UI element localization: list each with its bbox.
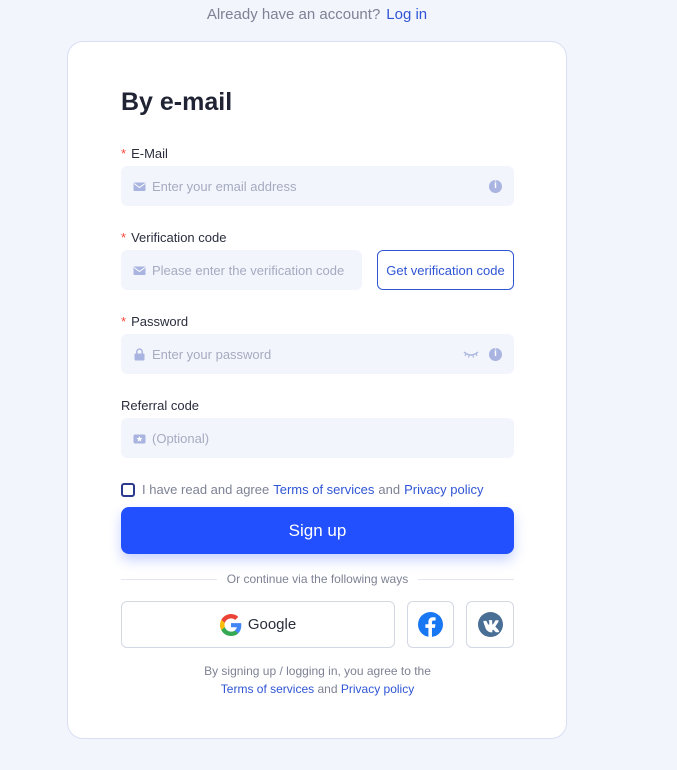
legal-privacy-link[interactable]: Privacy policy bbox=[341, 682, 414, 696]
required-mark: * bbox=[121, 314, 127, 329]
password-input[interactable]: Enter your password i bbox=[121, 334, 514, 374]
signup-card: By e-mail * E-Mail Enter your email addre… bbox=[67, 41, 567, 739]
google-button[interactable]: Google bbox=[121, 601, 395, 648]
referral-code-input[interactable]: (Optional) bbox=[121, 418, 514, 458]
referral-label: Referral code bbox=[121, 398, 200, 413]
verification-label: * Verification code bbox=[121, 230, 226, 245]
email-input[interactable]: Enter your email address i bbox=[121, 166, 514, 206]
terms-link[interactable]: Terms of services bbox=[273, 482, 374, 497]
lock-icon bbox=[134, 347, 145, 360]
agree-and: and bbox=[378, 482, 401, 497]
agree-checkbox[interactable] bbox=[121, 482, 135, 497]
verification-label-text: Verification code bbox=[131, 230, 227, 245]
legal-notice: By signing up / logging in, you agree to… bbox=[121, 662, 514, 698]
mail-icon bbox=[133, 182, 146, 191]
info-icon[interactable]: i bbox=[489, 347, 502, 361]
login-prompt-text: Already have an account? bbox=[206, 6, 381, 23]
vk-icon bbox=[477, 612, 503, 637]
divider-line bbox=[418, 578, 514, 580]
privacy-link[interactable]: Privacy policy bbox=[404, 482, 483, 497]
legal-and: and bbox=[317, 682, 338, 696]
email-label-text: E-Mail bbox=[131, 146, 168, 161]
get-verification-code-button[interactable]: Get verification code bbox=[377, 250, 514, 290]
legal-terms-link[interactable]: Terms of services bbox=[221, 682, 314, 696]
verification-code-input[interactable]: Please enter the verification code bbox=[121, 250, 362, 290]
required-mark: * bbox=[121, 146, 127, 161]
login-prompt: Already have an account? Log in bbox=[0, 6, 634, 23]
legal-text: By signing up / logging in, you agree to… bbox=[204, 664, 431, 678]
email-placeholder: Enter your email address bbox=[152, 178, 297, 194]
facebook-icon bbox=[418, 612, 443, 637]
password-label-text: Password bbox=[131, 314, 189, 329]
info-icon[interactable]: i bbox=[489, 179, 502, 193]
sign-up-button[interactable]: Sign up bbox=[121, 507, 514, 554]
gift-icon bbox=[133, 434, 146, 443]
form-title: By e-mail bbox=[121, 88, 233, 116]
facebook-button[interactable] bbox=[407, 601, 454, 648]
verification-placeholder: Please enter the verification code bbox=[152, 262, 345, 278]
google-label: Google bbox=[247, 616, 297, 633]
eye-closed-icon[interactable] bbox=[463, 349, 479, 359]
vk-button[interactable] bbox=[466, 601, 514, 648]
google-icon bbox=[219, 613, 242, 636]
terms-agreement: I have read and agree Terms of services … bbox=[121, 482, 488, 497]
agree-text: I have read and agree bbox=[142, 482, 270, 497]
mail-icon bbox=[133, 266, 146, 275]
password-placeholder: Enter your password bbox=[152, 346, 272, 362]
referral-placeholder: (Optional) bbox=[152, 430, 210, 446]
email-label: * E-Mail bbox=[121, 146, 168, 161]
required-mark: * bbox=[121, 230, 127, 245]
social-divider: Or continue via the following ways bbox=[121, 572, 514, 586]
login-link[interactable]: Log in bbox=[386, 6, 427, 23]
password-label: * Password bbox=[121, 314, 188, 329]
divider-line bbox=[121, 578, 217, 580]
divider-text: Or continue via the following ways bbox=[226, 572, 409, 586]
